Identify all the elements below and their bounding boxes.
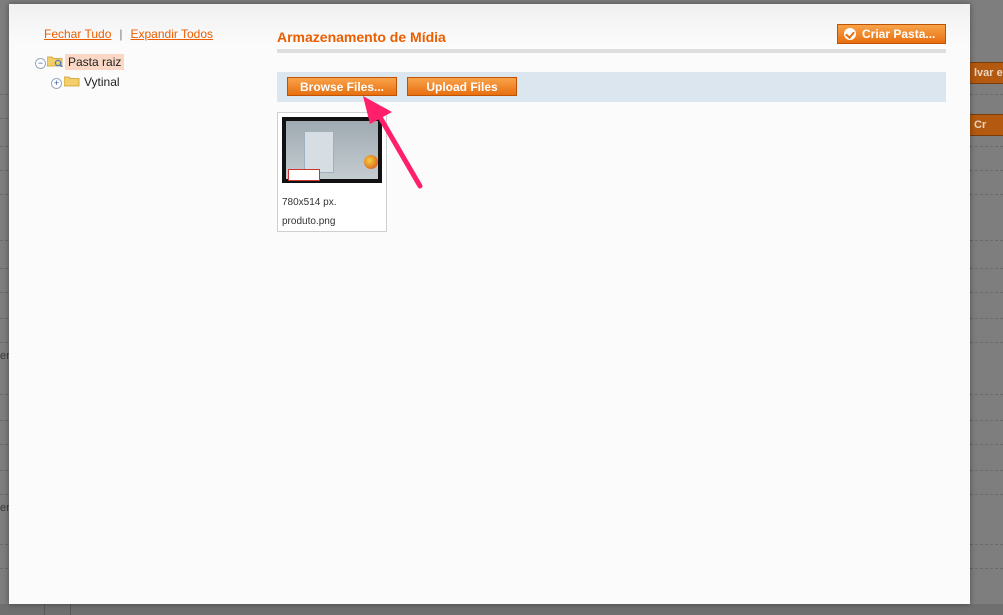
bg-bottom-cell (70, 604, 71, 615)
tree-controls-separator: | (119, 27, 123, 41)
file-thumbnail[interactable] (282, 117, 382, 183)
thumbnail-image (286, 121, 378, 181)
thumbnail-logo (288, 169, 320, 181)
expand-all-link[interactable]: Expandir Todos (131, 27, 214, 41)
media-storage-modal: Fechar Tudo | Expandir Todos − Pasta raiz … (9, 4, 970, 604)
tree-node-label[interactable]: Vytinal (81, 74, 123, 90)
file-name: produto.png (282, 216, 336, 227)
bg-save-button[interactable]: lvar e (969, 62, 1003, 84)
create-folder-button[interactable]: Criar Pasta... (837, 24, 946, 44)
folder-tree: − Pasta raiz + Vytinal (35, 54, 155, 94)
page-title: Armazenamento de Mídia (277, 29, 446, 45)
title-divider (277, 49, 946, 53)
create-folder-label: Criar Pasta... (862, 27, 936, 41)
bg-create-button[interactable]: Cr (969, 114, 1003, 136)
thumbnail-fruit (364, 155, 378, 169)
thumbnail-document (304, 131, 334, 173)
open-folder-icon (47, 56, 63, 67)
expand-toggle-icon[interactable]: + (51, 78, 62, 89)
collapse-toggle-icon[interactable]: − (35, 58, 46, 69)
bg-bottom-bar (0, 604, 1003, 615)
collapse-all-link[interactable]: Fechar Tudo (44, 27, 111, 41)
upload-files-button[interactable]: Upload Files (407, 77, 517, 96)
tree-controls: Fechar Tudo | Expandir Todos (44, 27, 213, 41)
file-item[interactable]: 780x514 px. produto.png (277, 112, 387, 232)
tree-node-root[interactable]: − Pasta raiz (35, 54, 155, 74)
file-dimensions: 780x514 px. (282, 197, 337, 208)
folder-icon (64, 76, 80, 87)
tree-node-vytinal[interactable]: + Vytinal (35, 74, 155, 94)
browse-files-button[interactable]: Browse Files... (287, 77, 397, 96)
tree-node-label[interactable]: Pasta raiz (65, 54, 125, 70)
file-info: 780x514 px. produto.png (282, 193, 337, 231)
bg-bottom-cell (44, 604, 45, 615)
check-circle-icon (844, 28, 856, 40)
